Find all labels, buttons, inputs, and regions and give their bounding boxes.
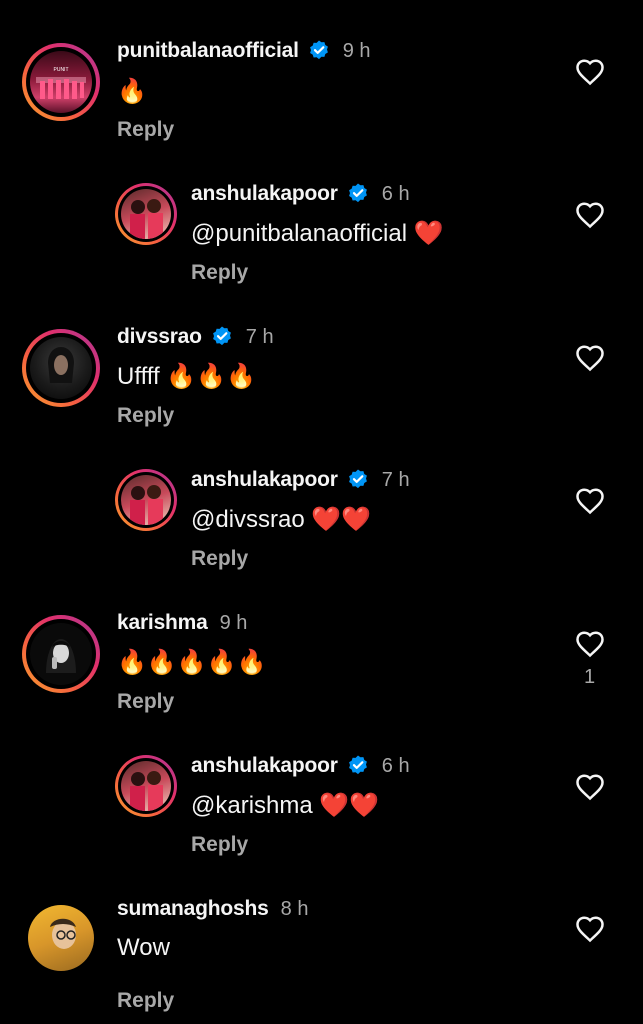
reply-button[interactable]: Reply (117, 989, 174, 1013)
timestamp: 6 h (381, 754, 410, 777)
heart-outline-icon[interactable] (575, 201, 605, 229)
reply-button[interactable]: Reply (117, 404, 174, 428)
username[interactable]: anshulakapoor (191, 754, 338, 778)
comment-item: sumanaghoshs 8 h Wow Reply (0, 0, 643, 1012)
reply-button[interactable]: Reply (191, 261, 248, 285)
heart-outline-icon[interactable] (575, 487, 605, 515)
heart-outline-icon[interactable] (575, 344, 605, 372)
heart-outline-icon[interactable] (575, 915, 605, 943)
avatar[interactable] (115, 755, 177, 817)
heart-outline-icon[interactable] (575, 773, 605, 801)
heart-outline-icon[interactable] (575, 630, 605, 658)
comment-text: Wow (117, 934, 170, 961)
timestamp: 6 h (381, 182, 410, 205)
verified-badge-icon (348, 183, 367, 203)
comment-text: @karishma ❤️❤️ (191, 792, 380, 819)
comment-text: @divssrao ❤️❤️ (191, 506, 372, 533)
verified-badge-icon (212, 326, 231, 346)
timestamp: 7 h (245, 325, 274, 348)
avatar[interactable] (115, 183, 177, 245)
like-count: 1 (584, 666, 596, 688)
reply-button[interactable]: Reply (191, 833, 248, 857)
avatar[interactable] (22, 329, 100, 407)
comment-text: Uffff 🔥🔥🔥 (117, 363, 257, 390)
reply-button[interactable]: Reply (117, 690, 174, 714)
reply-button[interactable]: Reply (191, 547, 248, 571)
avatar[interactable] (28, 905, 94, 971)
timestamp: 7 h (381, 468, 410, 491)
comment-text: @punitbalanaofficial ❤️ (191, 220, 444, 247)
avatar[interactable] (115, 469, 177, 531)
avatar[interactable] (22, 615, 100, 693)
username[interactable]: karishma (117, 611, 208, 635)
username[interactable]: sumanaghoshs (117, 897, 269, 921)
timestamp: 9 h (219, 611, 248, 634)
username[interactable]: anshulakapoor (191, 182, 338, 206)
username[interactable]: anshulakapoor (191, 468, 338, 492)
timestamp: 8 h (280, 897, 309, 920)
verified-badge-icon (348, 469, 367, 489)
username[interactable]: divssrao (117, 325, 202, 349)
verified-badge-icon (348, 755, 367, 775)
comment-text: 🔥🔥🔥🔥🔥 (117, 649, 267, 676)
